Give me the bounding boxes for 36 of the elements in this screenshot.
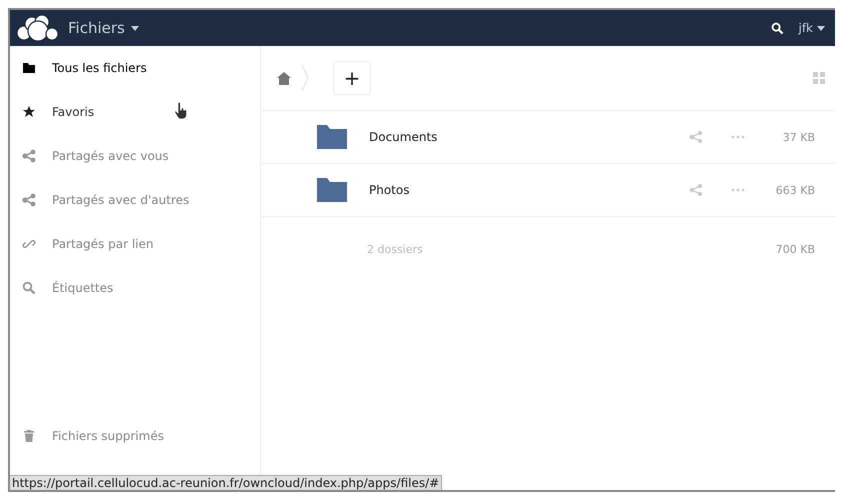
more-icon[interactable] [731,188,745,192]
sidebar-item[interactable]: Partagés avec d'autres [10,178,260,222]
share-icon[interactable] [689,130,703,144]
link-icon [22,237,36,251]
share-icon [22,193,36,207]
search-icon[interactable] [771,22,784,34]
sidebar-item[interactable]: Tous les fichiers [10,46,260,90]
share-icon [22,149,36,163]
sidebar-item[interactable]: Fichiers supprimés [10,414,260,458]
search-icon [22,281,36,295]
sidebar-item[interactable]: Partagés par lien [10,222,260,266]
status-bar-url: https://portail.cellulocud.ac-reunion.fr/owncloud/index.php/apps/files/# [10,475,442,490]
folder-icon [317,178,347,202]
file-row[interactable]: Documents 37 KB [261,111,835,164]
app-menu-button[interactable]: Fichiers [60,19,139,37]
new-button[interactable]: + [333,61,371,95]
sidebar-item[interactable]: Partagés avec vous [10,134,260,178]
sidebar-item[interactable]: Étiquettes [10,266,260,310]
share-icon[interactable] [689,183,703,197]
user-menu-button[interactable]: jfk [798,21,825,35]
file-row[interactable]: Photos 663 KB [261,164,835,217]
grid-view-icon[interactable] [813,72,825,84]
folder-count: 2 dossiers [367,242,424,256]
cloud-logo-icon [16,14,60,42]
trash-icon [22,429,36,443]
hand-cursor-icon [174,102,188,120]
star-icon [22,105,36,119]
more-icon[interactable] [731,135,745,139]
caret-icon [130,26,139,30]
chevron-icon [301,64,309,92]
folder-icon [317,125,347,149]
total-size: 700 KB [774,242,815,256]
caret-icon [817,26,825,30]
sidebar-item[interactable]: Favoris [10,90,260,134]
folder-icon [22,61,36,75]
home-icon[interactable] [277,72,291,84]
